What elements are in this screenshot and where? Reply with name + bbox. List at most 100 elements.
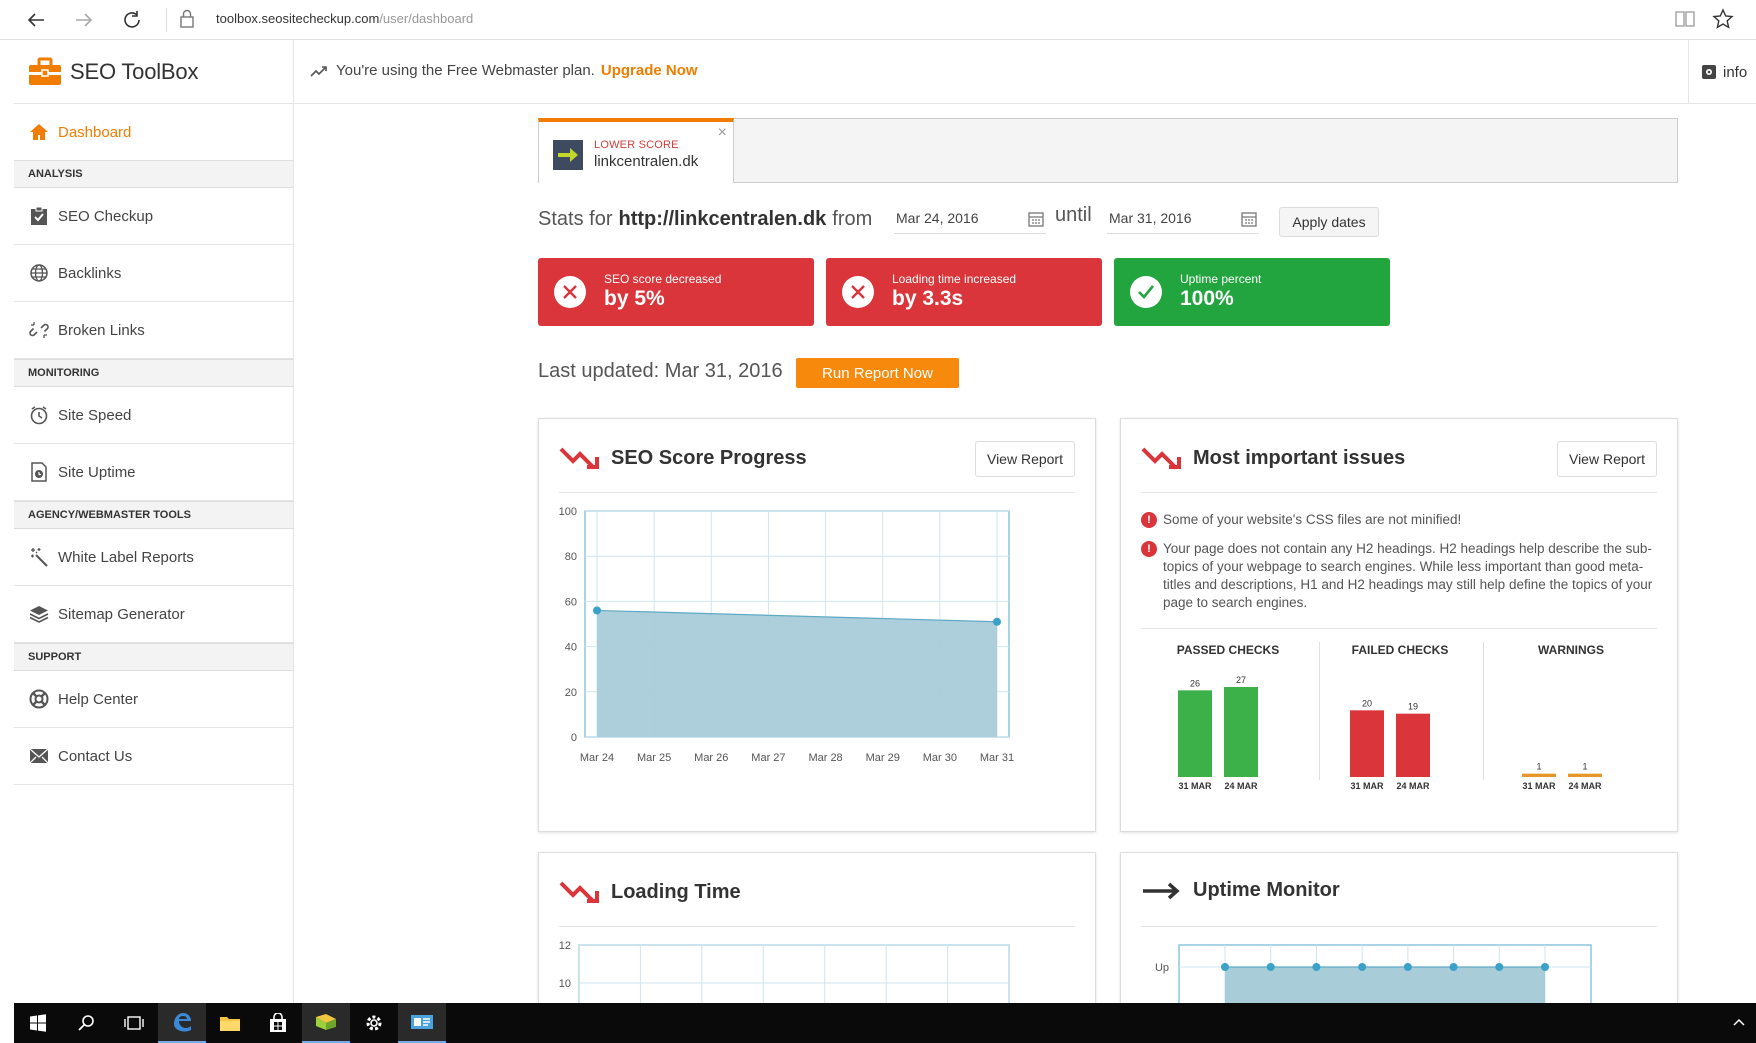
passed-checks-chart: 26 31 MAR 27 24 MAR bbox=[1178, 675, 1258, 789]
sidebar-item-label: Site Speed bbox=[58, 406, 132, 424]
task-view-button[interactable] bbox=[110, 1003, 158, 1043]
brand-logo[interactable]: SEO ToolBox bbox=[14, 40, 294, 104]
broken-link-icon bbox=[29, 322, 49, 338]
address-bar[interactable]: toolbox.seositecheckup.com/user/dashboar… bbox=[216, 11, 473, 26]
forward-button[interactable] bbox=[70, 6, 98, 34]
sidebar-item-sitemap[interactable]: Sitemap Generator bbox=[14, 586, 293, 643]
apply-dates-button[interactable]: Apply dates bbox=[1279, 207, 1379, 237]
app-button[interactable] bbox=[302, 1003, 350, 1043]
search-button[interactable] bbox=[62, 1003, 110, 1043]
plot-area bbox=[578, 944, 1010, 1011]
sidebar-item-seo-checkup[interactable]: SEO Checkup bbox=[14, 188, 293, 245]
score-area bbox=[597, 610, 997, 737]
reading-view-icon[interactable] bbox=[1674, 9, 1696, 29]
arrow-right-icon bbox=[558, 148, 578, 162]
alert-label: SEO score decreased bbox=[604, 272, 722, 286]
error-x-icon bbox=[842, 276, 874, 308]
sidebar-item-site-speed[interactable]: Site Speed bbox=[14, 387, 293, 444]
panel-header: Uptime Monitor bbox=[1141, 875, 1657, 927]
gear-icon bbox=[366, 1015, 382, 1031]
lifebuoy-icon bbox=[29, 689, 49, 709]
file-explorer-button[interactable] bbox=[206, 1003, 254, 1043]
bar-category-label: 24 MAR bbox=[1396, 781, 1430, 789]
y-tick-label: Up bbox=[1155, 962, 1169, 974]
x-tick-label: Mar 30 bbox=[923, 752, 957, 764]
from-date-field[interactable]: Mar 24, 2016 bbox=[894, 206, 1046, 234]
sidebar-item-label: SEO Checkup bbox=[58, 207, 154, 225]
settings-button[interactable] bbox=[350, 1003, 398, 1043]
back-button[interactable] bbox=[22, 6, 50, 34]
calendar-icon[interactable] bbox=[1241, 211, 1257, 227]
trend-down-icon bbox=[559, 881, 599, 904]
alert-circle-icon: ! bbox=[1141, 512, 1157, 528]
plan-notice: You're using the Free Webmaster plan. Up… bbox=[310, 62, 698, 79]
clipboard-check-icon bbox=[31, 206, 47, 225]
x-tick-label: Mar 26 bbox=[694, 752, 728, 764]
refresh-button[interactable] bbox=[118, 6, 146, 34]
uptime-point bbox=[1403, 963, 1412, 971]
edge-icon bbox=[174, 1013, 191, 1032]
y-tick-label: 60 bbox=[565, 596, 577, 608]
issue-text: Your page does not contain any H2 headin… bbox=[1163, 541, 1653, 610]
score-status: LOWER SCORE bbox=[594, 139, 679, 151]
site-tab-bar: LOWER SCORE linkcentralen.dk × bbox=[538, 118, 1678, 183]
bar-value-label: 1 bbox=[1536, 762, 1541, 772]
site-tab[interactable]: LOWER SCORE linkcentralen.dk × bbox=[538, 118, 734, 183]
control-panel-button[interactable] bbox=[398, 1003, 446, 1043]
calendar-icon[interactable] bbox=[1028, 211, 1044, 227]
sidebar-item-label: Backlinks bbox=[58, 264, 122, 282]
start-button[interactable] bbox=[14, 1003, 62, 1043]
alert-value: by 5% bbox=[604, 287, 665, 310]
back-arrow-icon bbox=[27, 13, 44, 27]
bar-value-label: 1 bbox=[1582, 762, 1587, 772]
sidebar-item-label: Site Uptime bbox=[58, 463, 136, 481]
score-point bbox=[593, 606, 601, 615]
sidebar-item-label: Help Center bbox=[58, 690, 139, 708]
sidebar-item-broken-links[interactable]: Broken Links bbox=[14, 302, 293, 359]
task-view-icon bbox=[124, 1016, 144, 1030]
view-report-button[interactable]: View Report bbox=[975, 441, 1075, 477]
bar-category-label: 24 MAR bbox=[1224, 781, 1258, 789]
sidebar-item-label: Dashboard bbox=[58, 123, 132, 141]
bar-category-label: 31 MAR bbox=[1522, 781, 1556, 789]
bar-value-label: 26 bbox=[1190, 678, 1200, 688]
info-label: info bbox=[1723, 63, 1748, 81]
issues-panel: Most important issues View Report ! Some… bbox=[1120, 418, 1678, 832]
sidebar-item-site-uptime[interactable]: Site Uptime bbox=[14, 444, 293, 501]
close-tab-icon[interactable]: × bbox=[718, 124, 727, 142]
run-report-button[interactable]: Run Report Now bbox=[796, 358, 959, 388]
sidebar-item-backlinks[interactable]: Backlinks bbox=[14, 245, 293, 302]
view-report-button[interactable]: View Report bbox=[1557, 441, 1657, 477]
windows-logo-icon bbox=[30, 1014, 46, 1032]
home-icon bbox=[30, 124, 48, 140]
sidebar-item-dashboard[interactable]: Dashboard bbox=[14, 104, 293, 160]
stats-prefix: Stats for bbox=[538, 207, 613, 230]
favorite-star-icon[interactable] bbox=[1712, 8, 1734, 30]
seo-score-chart: 0 20 40 60 80 100 Mar 24 Mar 25 Mar 26 Mar 27 Mar … bbox=[559, 506, 1014, 764]
upgrade-link[interactable]: Upgrade Now bbox=[601, 62, 698, 79]
panel-header: SEO Score Progress View Report bbox=[559, 441, 1075, 493]
app-window-icon bbox=[316, 1014, 336, 1030]
sidebar-item-white-label[interactable]: White Label Reports bbox=[14, 529, 293, 586]
until-date-field[interactable]: Mar 31, 2016 bbox=[1107, 206, 1259, 234]
uptime-document-icon bbox=[31, 462, 47, 482]
x-tick-label: Mar 27 bbox=[751, 752, 785, 764]
mini-divider bbox=[1483, 642, 1484, 780]
alert-label: Uptime percent bbox=[1180, 272, 1262, 286]
sidebar-item-contact[interactable]: Contact Us bbox=[14, 728, 293, 785]
toolbar-divider bbox=[166, 8, 167, 32]
trending-up-icon bbox=[310, 65, 327, 77]
store-button[interactable] bbox=[254, 1003, 302, 1043]
panel-title-text: Most important issues bbox=[1193, 446, 1406, 469]
uptime-chart: Up bbox=[1155, 944, 1592, 1011]
info-button[interactable]: info bbox=[1688, 40, 1756, 104]
y-tick-label: 100 bbox=[559, 506, 577, 518]
sidebar-item-help-center[interactable]: Help Center bbox=[14, 671, 293, 728]
alert-value: 100% bbox=[1180, 287, 1234, 310]
edge-browser-button[interactable] bbox=[158, 1003, 206, 1043]
sidebar-item-label: Sitemap Generator bbox=[58, 605, 185, 623]
chevron-up-icon[interactable] bbox=[1732, 1015, 1746, 1029]
panel-title-text: Loading Time bbox=[611, 880, 741, 903]
arrow-right-icon bbox=[1143, 882, 1180, 899]
uptime-point bbox=[1358, 963, 1367, 971]
